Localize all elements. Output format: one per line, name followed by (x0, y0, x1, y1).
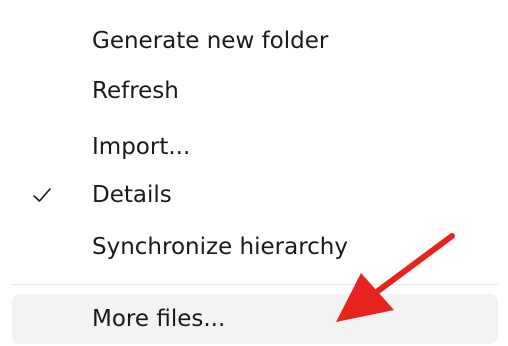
menu-item-label: More files... (92, 306, 226, 332)
checkmark-icon (33, 188, 51, 202)
menu-item-import[interactable]: Import... (12, 122, 498, 172)
menu-item-label: Details (92, 182, 172, 208)
menu-item-label: Refresh (92, 78, 179, 104)
context-menu: Generate new folder Refresh Import... De… (0, 0, 508, 346)
menu-item-details[interactable]: Details (12, 170, 498, 220)
menu-item-label: Generate new folder (92, 28, 329, 54)
menu-item-label: Synchronize hierarchy (92, 234, 348, 260)
menu-item-generate-new-folder[interactable]: Generate new folder (12, 16, 498, 66)
menu-item-more-files[interactable]: More files... (12, 294, 498, 344)
menu-item-label: Import... (92, 134, 191, 160)
menu-item-refresh[interactable]: Refresh (12, 66, 498, 116)
menu-separator (12, 284, 498, 285)
menu-item-synchronize-hierarchy[interactable]: Synchronize hierarchy (12, 222, 498, 272)
